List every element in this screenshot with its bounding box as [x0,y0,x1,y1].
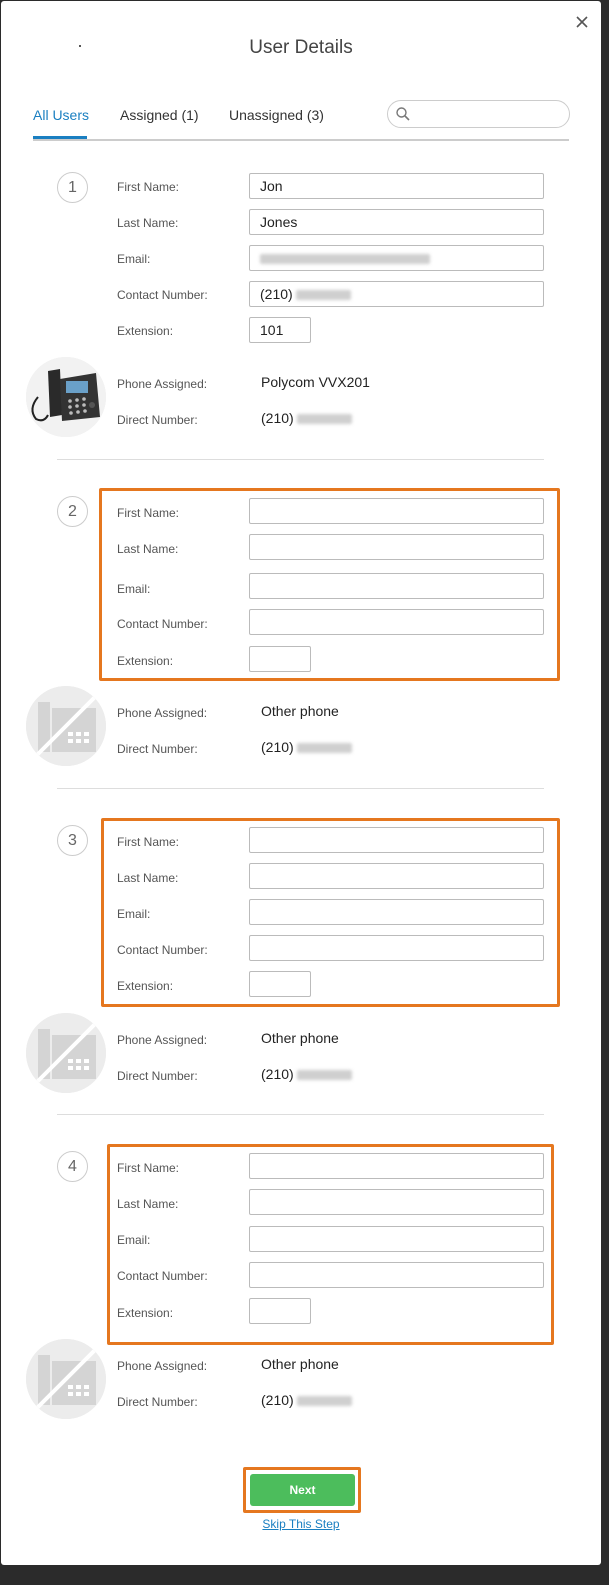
phone-assigned-value: Other phone [261,703,339,719]
first-name-label: First Name: [117,835,180,849]
extension-input[interactable] [249,1298,311,1324]
tab-unassigned[interactable]: Unassigned (3) [229,107,324,123]
direct-area-code: (210) [261,739,294,755]
redacted-number [296,743,352,754]
email-label: Email: [117,582,151,596]
direct-number-label: Direct Number: [117,1069,198,1083]
contact-area-code: (210) [260,286,293,302]
contact-number-label: Contact Number: [117,1269,208,1283]
last-name-label: Last Name: [117,1197,179,1211]
contact-number-input[interactable] [249,609,544,635]
direct-number-label: Direct Number: [117,1395,198,1409]
email-label: Email: [117,252,151,266]
phone-assigned-value: Other phone [261,1356,339,1372]
no-phone-icon [26,1339,106,1419]
user-number-badge: 4 [57,1151,88,1182]
redacted-number [296,1396,352,1407]
first-name-input[interactable] [249,173,544,199]
user-number-badge: 1 [57,172,88,203]
extension-label: Extension: [117,979,174,993]
phone-assigned-label: Phone Assigned: [117,1359,208,1373]
tab-all-users[interactable]: All Users [33,107,89,123]
direct-number-value: (210) [261,410,352,426]
direct-number-label: Direct Number: [117,742,198,756]
contact-number-input[interactable] [249,1262,544,1288]
search-input[interactable] [416,104,561,124]
skip-step-link[interactable]: Skip This Step [262,1517,339,1531]
email-input[interactable] [249,573,544,599]
no-phone-icon [26,686,106,766]
tab-bar: All Users Assigned (1) Unassigned (3) [33,100,570,141]
redacted-email [260,254,430,265]
last-name-label: Last Name: [117,871,179,885]
user-number-badge: 3 [57,825,88,856]
polycom-phone-image [26,357,106,437]
direct-number-value: (210) [261,739,352,755]
email-input[interactable] [249,1226,544,1252]
phone-assigned-label: Phone Assigned: [117,377,208,391]
first-name-input[interactable] [249,827,544,853]
last-name-input[interactable] [249,863,544,889]
phone-assigned-label: Phone Assigned: [117,1033,208,1047]
contact-number-input[interactable]: (210) [249,281,544,307]
contact-number-label: Contact Number: [117,943,208,957]
email-label: Email: [117,1233,151,1247]
extension-label: Extension: [117,324,174,338]
last-name-input[interactable] [249,1189,544,1215]
email-input[interactable] [249,245,544,271]
active-tab-indicator [33,136,87,139]
first-name-input[interactable] [249,498,544,524]
direct-area-code: (210) [261,1392,294,1408]
divider [57,1114,544,1115]
direct-number-value: (210) [261,1392,352,1408]
redacted-number [295,290,351,301]
close-icon[interactable] [573,13,591,31]
search-box [387,100,570,128]
redacted-number [296,1070,352,1081]
skip-step-container: Skip This Step [1,1517,601,1531]
contact-number-input[interactable] [249,935,544,961]
tab-assigned[interactable]: Assigned (1) [120,107,199,123]
email-label: Email: [117,907,151,921]
search-icon [396,107,410,121]
direct-number-label: Direct Number: [117,413,198,427]
redacted-number [296,414,352,425]
extension-label: Extension: [117,1306,174,1320]
first-name-label: First Name: [117,180,180,194]
phone-assigned-value: Other phone [261,1030,339,1046]
last-name-label: Last Name: [117,216,179,230]
extension-label: Extension: [117,654,174,668]
last-name-label: Last Name: [117,542,179,556]
divider [57,459,544,460]
user-details-dialog: User Details All Users Assigned (1) Unas… [1,1,601,1565]
first-name-label: First Name: [117,1161,180,1175]
contact-number-label: Contact Number: [117,288,208,302]
divider [57,788,544,789]
last-name-input[interactable] [249,209,544,235]
next-button[interactable]: Next [250,1474,355,1506]
phone-assigned-label: Phone Assigned: [117,706,208,720]
extension-input[interactable] [249,646,311,672]
extension-input[interactable] [249,971,311,997]
direct-area-code: (210) [261,410,294,426]
next-button-highlight: Next [243,1467,361,1513]
direct-area-code: (210) [261,1066,294,1082]
direct-number-value: (210) [261,1066,352,1082]
no-phone-icon [26,1013,106,1093]
phone-assigned-value: Polycom VVX201 [261,374,370,390]
dialog-title: User Details [249,37,353,58]
extension-input[interactable] [249,317,311,343]
contact-number-label: Contact Number: [117,617,208,631]
first-name-label: First Name: [117,506,180,520]
first-name-input[interactable] [249,1153,544,1179]
user-number-badge: 2 [57,496,88,527]
email-input[interactable] [249,899,544,925]
last-name-input[interactable] [249,534,544,560]
